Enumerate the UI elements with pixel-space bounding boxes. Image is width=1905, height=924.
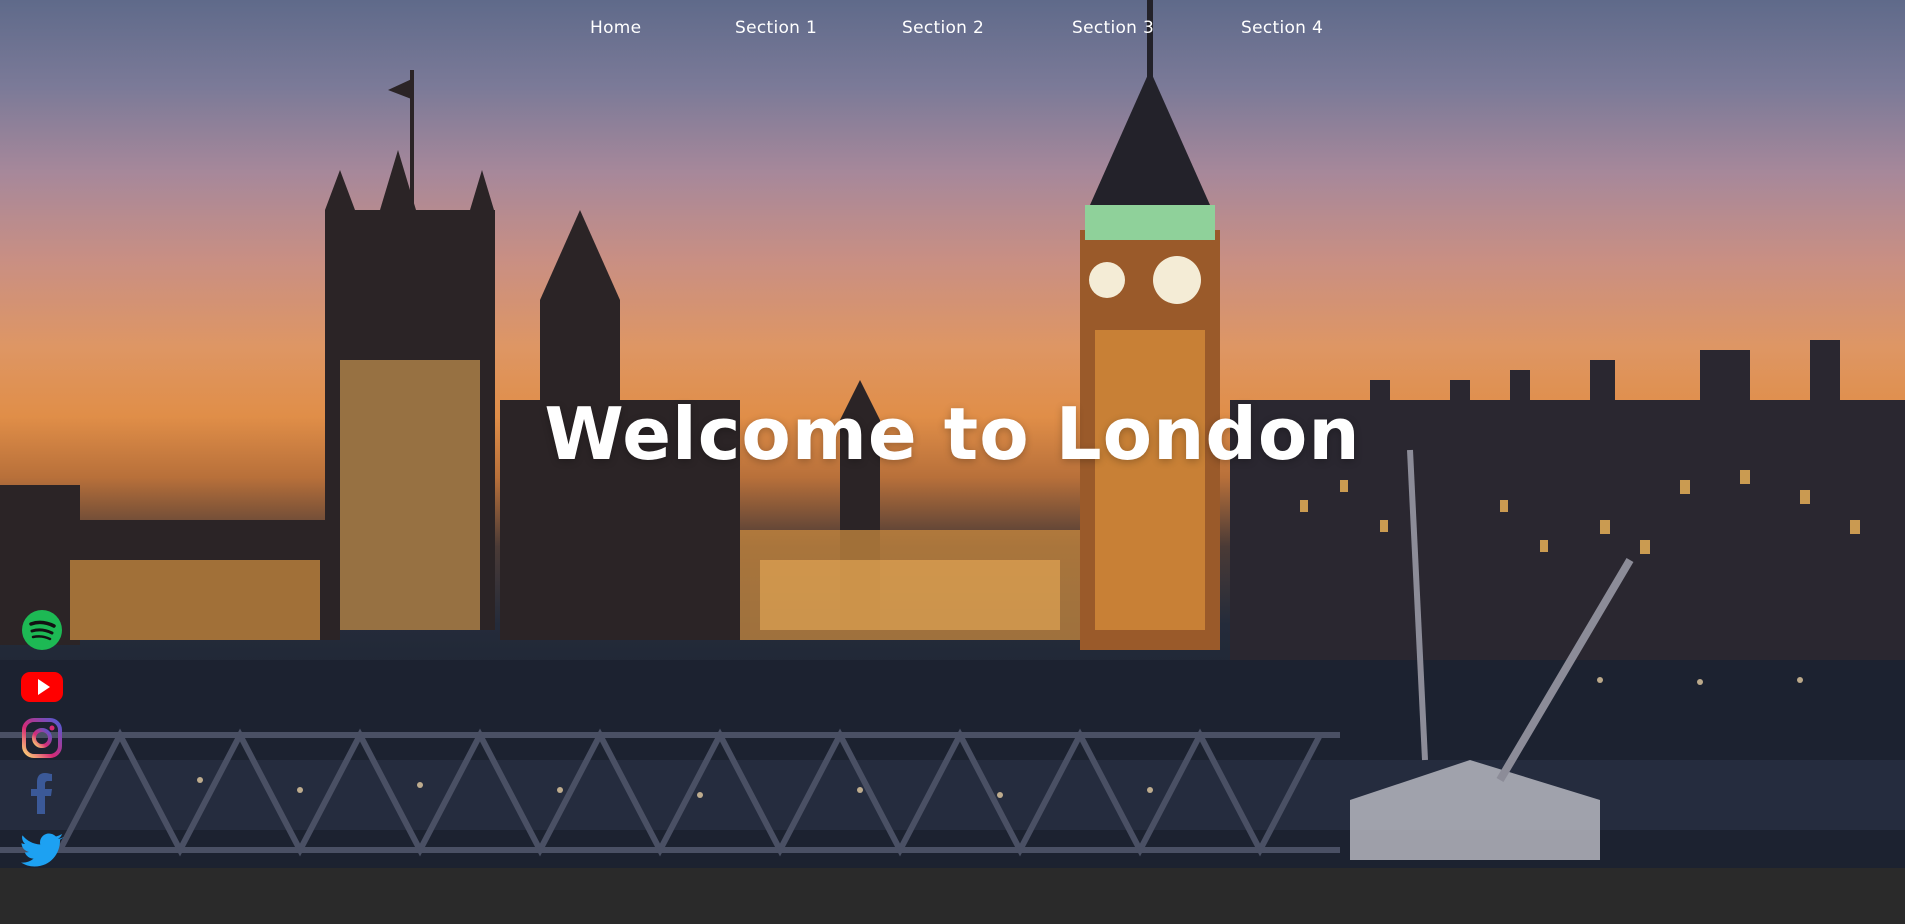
footer-band <box>0 868 1905 924</box>
top-navigation: Home Section 1 Section 2 Section 3 Secti… <box>0 0 1905 58</box>
instagram-link[interactable] <box>20 716 64 760</box>
nav-section-3-link[interactable]: Section 3 <box>1072 18 1154 38</box>
hero-headline: Welcome to London <box>544 392 1361 476</box>
twitter-link[interactable] <box>20 828 64 872</box>
facebook-link[interactable] <box>20 770 64 814</box>
spotify-link[interactable] <box>20 608 64 652</box>
instagram-icon <box>22 718 62 758</box>
nav-section-2-link[interactable]: Section 2 <box>902 18 984 38</box>
nav-section-1-link[interactable]: Section 1 <box>735 18 817 38</box>
youtube-icon <box>21 672 63 702</box>
nav-home-link[interactable]: Home <box>590 18 641 38</box>
twitter-icon <box>21 833 64 867</box>
facebook-icon <box>31 773 52 814</box>
youtube-link[interactable] <box>20 664 64 708</box>
nav-section-4-link[interactable]: Section 4 <box>1241 18 1323 38</box>
spotify-icon <box>22 610 62 650</box>
